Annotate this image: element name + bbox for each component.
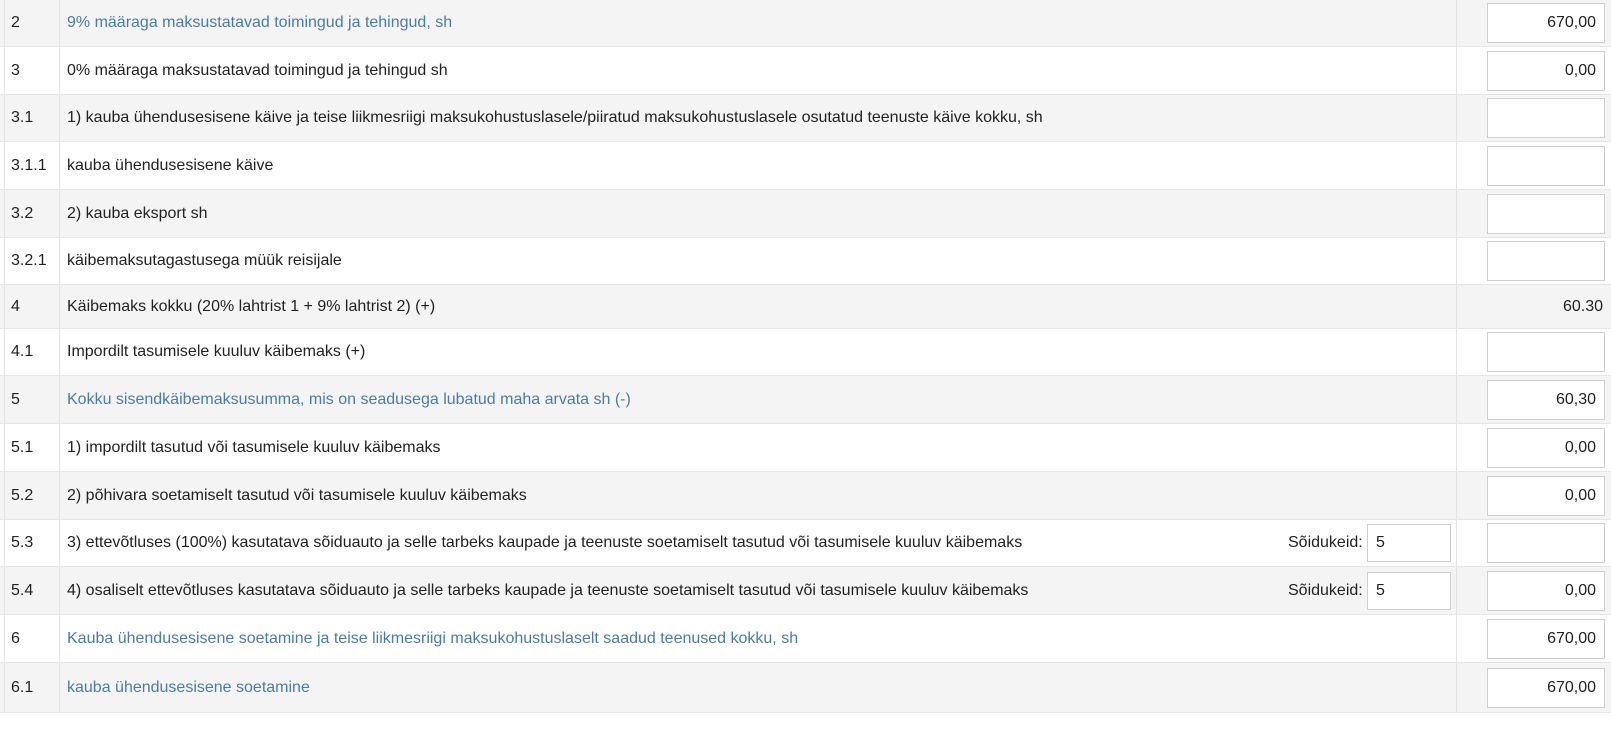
row-code: 3.1 [4,95,60,141]
row-value-cell [1457,329,1607,375]
row-description-link[interactable]: Kokku sisendkäibemaksusumma, mis on sead… [67,391,631,409]
row-description-link[interactable]: Kauba ühendusesisene soetamine ja teise … [67,630,798,648]
row-code: 3.2.1 [4,238,60,284]
row-description: käibemaksutagastusega müük reisijale [67,252,342,269]
row-description-cell: Käibemaks kokku (20% lahtrist 1 + 9% lah… [60,285,1457,328]
table-row: 6 Kauba ühendusesisene soetamine ja teise… [0,615,1611,663]
row-description: Impordilt tasumisele kuuluv käibemaks (+… [67,343,366,360]
vehicles-label: Sõidukeid: [1288,534,1363,551]
row-code: 5.2 [4,472,60,519]
row-code: 2 [4,0,60,46]
row-description-link[interactable]: 9% määraga maksustatavad toimingud ja te… [67,14,452,32]
amount-input-3-2-1[interactable] [1487,241,1605,281]
table-row: 5 Kokku sisendkäibemaksusumma, mis on sea… [0,376,1611,424]
table-row: 3.2 2) kauba eksport sh [0,190,1611,238]
row-value-cell [1457,376,1607,423]
table-row: 2 9% määraga maksustatavad toimingud ja t… [0,0,1611,47]
row-description-cell: 4) osaliselt ettevõtluses kasutatava sõi… [60,567,1457,614]
row-value-cell [1457,472,1607,519]
row-value-cell [1457,663,1607,712]
table-row: 4.1 Impordilt tasumisele kuuluv käibemaks… [0,329,1611,376]
amount-input-3[interactable] [1487,50,1605,91]
row-value-cell [1457,567,1607,614]
row-code: 3.1.1 [4,142,60,189]
row-code: 6 [4,615,60,662]
amount-input-2[interactable] [1487,3,1605,43]
row-description-cell: 1) impordilt tasutud või tasumisele kuul… [60,424,1457,471]
table-row: 5.4 4) osaliselt ettevõtluses kasutatava … [0,567,1611,615]
table-row: 5.3 3) ettevõtluses (100%) kasutatava sõi… [0,520,1611,567]
row-description-cell: 0% määraga maksustatavad toimingud ja te… [60,47,1457,94]
amount-input-5[interactable] [1487,379,1605,420]
row-code: 5.1 [4,424,60,471]
row-description: Käibemaks kokku (20% lahtrist 1 + 9% lah… [67,297,436,315]
row-value-cell [1457,615,1607,662]
row-description-cell: 2) kauba eksport sh [60,190,1457,237]
vehicles-count-input[interactable] [1367,524,1451,562]
row-description-cell: 1) kauba ühendusesisene käive ja teise l… [60,95,1457,141]
row-code: 5.3 [4,520,60,566]
row-description-cell: Impordilt tasumisele kuuluv käibemaks (+… [60,329,1457,375]
row-value-cell [1457,47,1607,94]
vat-declaration-table: 2 9% määraga maksustatavad toimingud ja t… [0,0,1611,734]
row-value-cell [1457,238,1607,284]
row-value-cell [1457,520,1607,566]
amount-input-5-4[interactable] [1487,570,1605,611]
row-description: 3) ettevõtluses (100%) kasutatava sõidua… [67,534,1023,551]
row-description-cell: käibemaksutagastusega müük reisijale [60,238,1457,284]
row-description-cell: Kauba ühendusesisene soetamine ja teise … [60,615,1457,662]
row-value-cell [1457,142,1607,189]
row-code: 4 [4,285,60,328]
row-code: 3 [4,47,60,94]
amount-input-4-1[interactable] [1487,332,1605,372]
row-code: 5 [4,376,60,423]
row-code: 5.4 [4,567,60,614]
amount-input-3-1[interactable] [1487,98,1605,138]
row-value-cell [1457,0,1607,46]
row-description-cell: kauba ühendusesisene soetamine [60,663,1457,712]
row-description: kauba ühendusesisene käive [67,156,274,174]
amount-input-5-3[interactable] [1487,523,1605,563]
table-row: 5.2 2) põhivara soetamiselt tasutud või t… [0,472,1611,520]
table-row: 3.1.1 kauba ühendusesisene käive [0,142,1611,190]
row-description-cell: 2) põhivara soetamiselt tasutud või tasu… [60,472,1457,519]
table-row: 6.1 kauba ühendusesisene soetamine [0,663,1611,713]
row-description: 2) kauba eksport sh [67,204,208,222]
row-value-cell [1457,190,1607,237]
row-code: 6.1 [4,663,60,712]
row-value-cell [1457,95,1607,141]
amount-input-5-2[interactable] [1487,475,1605,516]
table-row: 5.1 1) impordilt tasutud või tasumisele k… [0,424,1611,472]
row-description: 1) kauba ühendusesisene käive ja teise l… [67,109,1043,126]
row-description-cell: Kokku sisendkäibemaksusumma, mis on sead… [60,376,1457,423]
row-description-cell: 3) ettevõtluses (100%) kasutatava sõidua… [60,520,1457,566]
table-row: 4 Käibemaks kokku (20% lahtrist 1 + 9% la… [0,285,1611,329]
row-value-cell: 60.30 [1457,285,1607,328]
row-code: 3.2 [4,190,60,237]
vehicles-label: Sõidukeid: [1288,581,1363,599]
table-row: 3.2.1 käibemaksutagastusega müük reisijal… [0,238,1611,285]
row-description-link[interactable]: kauba ühendusesisene soetamine [67,679,310,697]
amount-input-3-2[interactable] [1487,193,1605,234]
row-code: 4.1 [4,329,60,375]
row-description: 2) põhivara soetamiselt tasutud või tasu… [67,486,527,504]
amount-input-6[interactable] [1487,618,1605,659]
computed-total-4: 60.30 [1562,297,1603,315]
row-description: 1) impordilt tasutud või tasumisele kuul… [67,438,441,456]
row-value-cell [1457,424,1607,471]
table-row: 3.1 1) kauba ühendusesisene käive ja teis… [0,95,1611,142]
amount-input-5-1[interactable] [1487,427,1605,468]
row-description: 0% määraga maksustatavad toimingud ja te… [67,61,448,79]
amount-input-3-1-1[interactable] [1487,145,1605,186]
amount-input-6-1[interactable] [1487,667,1605,708]
table-row: 3 0% määraga maksustatavad toimingud ja t… [0,47,1611,95]
row-description: 4) osaliselt ettevõtluses kasutatava sõi… [67,581,1029,599]
row-description-cell: kauba ühendusesisene käive [60,142,1457,189]
row-description-cell: 9% määraga maksustatavad toimingud ja te… [60,0,1457,46]
vehicles-count-input[interactable] [1367,571,1451,610]
